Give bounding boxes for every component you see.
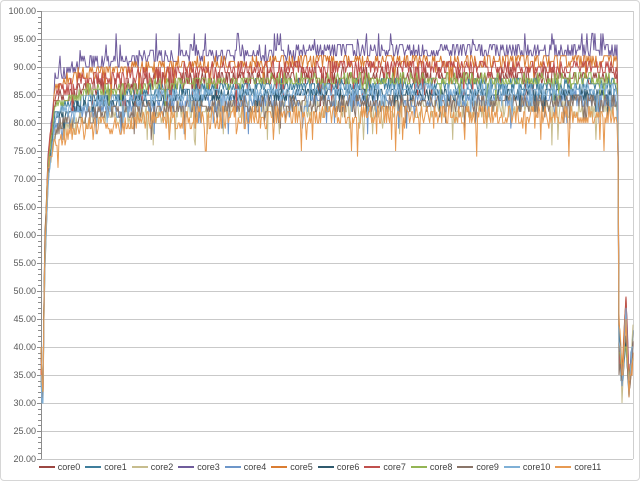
- plot-canvas: [1, 1, 639, 480]
- legend-line-sample-core11: [555, 466, 571, 468]
- y-tick-label-65: 65.00: [1, 202, 36, 212]
- legend-label-core4: core4: [244, 462, 267, 473]
- legend-item-core8[interactable]: core8: [411, 462, 453, 473]
- legend-label-core7: core7: [383, 462, 406, 473]
- legend-item-core6[interactable]: core6: [318, 462, 360, 473]
- legend-label-core5: core5: [290, 462, 313, 473]
- legend-item-core7[interactable]: core7: [364, 462, 406, 473]
- y-tick-label-45: 45.00: [1, 314, 36, 324]
- y-tick-label-50: 50.00: [1, 286, 36, 296]
- legend-line-sample-core0: [39, 466, 55, 468]
- legend: core0 core1 core2 core3 core4 core5 core6 core7…: [1, 460, 639, 474]
- y-tick-label-75: 75.00: [1, 146, 36, 156]
- legend-line-sample-core2: [132, 466, 148, 468]
- legend-line-sample-core7: [364, 466, 380, 468]
- y-tick-label-60: 60.00: [1, 230, 36, 240]
- legend-label-core8: core8: [430, 462, 453, 473]
- legend-line-sample-core4: [225, 466, 241, 468]
- y-tick-label-70: 70.00: [1, 174, 36, 184]
- series-line-core9: [41, 95, 633, 397]
- legend-line-sample-core5: [271, 466, 287, 468]
- legend-line-sample-core10: [504, 466, 520, 468]
- y-tick-label-25: 25.00: [1, 426, 36, 436]
- series-line-core10: [41, 84, 633, 403]
- legend-line-sample-core1: [85, 466, 101, 468]
- legend-item-core0[interactable]: core0: [39, 462, 81, 473]
- legend-item-core11[interactable]: core11: [555, 462, 601, 473]
- legend-label-core10: core10: [523, 462, 551, 473]
- y-tick-label-30: 30.00: [1, 398, 36, 408]
- legend-line-sample-core8: [411, 466, 427, 468]
- series-line-core1: [41, 78, 633, 397]
- y-tick-label-100: 100.00: [1, 6, 36, 16]
- y-tick-label-85: 85.00: [1, 90, 36, 100]
- legend-item-core3[interactable]: core3: [178, 462, 220, 473]
- series-line-core4: [41, 89, 633, 403]
- y-tick-label-35: 35.00: [1, 370, 36, 380]
- y-tick-label-80: 80.00: [1, 118, 36, 128]
- legend-line-sample-core9: [457, 466, 473, 468]
- series-line-core2: [41, 95, 633, 403]
- legend-item-core9[interactable]: core9: [457, 462, 499, 473]
- series-line-core11: [41, 106, 633, 397]
- y-tick-label-95: 95.00: [1, 34, 36, 44]
- y-tick-label-55: 55.00: [1, 258, 36, 268]
- legend-label-core11: core11: [574, 462, 601, 473]
- y-tick-label-40: 40.00: [1, 342, 36, 352]
- legend-label-core3: core3: [197, 462, 220, 473]
- legend-item-core2[interactable]: core2: [132, 462, 174, 473]
- legend-item-core10[interactable]: core10: [504, 462, 551, 473]
- y-tick-label-90: 90.00: [1, 62, 36, 72]
- legend-label-core0: core0: [58, 462, 81, 473]
- legend-label-core2: core2: [151, 462, 174, 473]
- legend-label-core6: core6: [337, 462, 360, 473]
- legend-line-sample-core3: [178, 466, 194, 468]
- legend-item-core4[interactable]: core4: [225, 462, 267, 473]
- chart-area: 100.00 95.00 90.00 85.00 80.00 75.00 70.00 65.0…: [0, 0, 640, 481]
- legend-label-core9: core9: [476, 462, 499, 473]
- series-line-core6: [41, 89, 633, 386]
- legend-label-core1: core1: [104, 462, 127, 473]
- legend-item-core5[interactable]: core5: [271, 462, 313, 473]
- legend-item-core1[interactable]: core1: [85, 462, 127, 473]
- legend-line-sample-core6: [318, 466, 334, 468]
